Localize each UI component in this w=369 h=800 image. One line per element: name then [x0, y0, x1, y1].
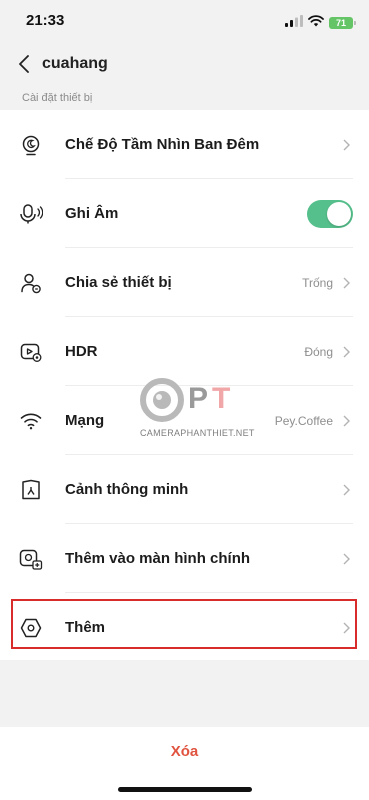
home-indicator[interactable] — [118, 787, 252, 792]
setting-label: Chế Độ Tầm Nhìn Ban Đêm — [65, 136, 260, 153]
nav-bar: cuahang — [0, 44, 369, 84]
chevron-right-icon — [341, 552, 351, 566]
setting-value: Pey.Coffee — [274, 413, 333, 428]
share-user-icon — [18, 270, 44, 296]
setting-label: Ghi Âm — [65, 205, 119, 222]
chevron-right-icon — [341, 138, 351, 152]
setting-row-network[interactable]: Mạng Pey.Coffee — [0, 386, 369, 455]
toggle-knob — [327, 201, 351, 226]
microphone-icon — [18, 201, 44, 227]
smart-scene-icon — [18, 477, 44, 503]
section-label: Cài đặt thiết bị — [22, 92, 93, 104]
battery-icon: 71 — [329, 17, 356, 29]
page-title: cuahang — [42, 55, 108, 72]
status-bar: 21:33 71 — [0, 0, 369, 44]
status-icons: 71 — [285, 14, 356, 32]
delete-button[interactable]: Xóa — [0, 737, 369, 767]
chevron-right-icon — [341, 345, 351, 359]
highlight-frame — [11, 599, 357, 649]
chevron-right-icon — [341, 483, 351, 497]
setting-row-hdr[interactable]: HDR Đóng — [0, 317, 369, 386]
setting-value: Đóng — [304, 344, 333, 359]
chevron-right-icon — [341, 276, 351, 290]
night-vision-icon — [18, 132, 44, 158]
setting-row-night-vision[interactable]: Chế Độ Tầm Nhìn Ban Đêm — [0, 110, 369, 179]
setting-label: Cảnh thông minh — [65, 481, 189, 498]
add-to-home-icon — [18, 546, 44, 572]
settings-list: Chế Độ Tầm Nhìn Ban Đêm Ghi Âm Chia sẻ t… — [0, 110, 369, 660]
setting-row-recording: Ghi Âm — [0, 179, 369, 248]
bottom-bar: Xóa — [0, 727, 369, 800]
chevron-right-icon — [341, 414, 351, 428]
setting-row-share-device[interactable]: Chia sẻ thiết bị Trống — [0, 248, 369, 317]
setting-label: Mạng — [65, 412, 105, 429]
wifi-icon — [18, 408, 44, 434]
setting-row-smart-scene[interactable]: Cảnh thông minh — [0, 455, 369, 524]
setting-label: Chia sẻ thiết bị — [65, 274, 172, 291]
chevron-left-icon — [19, 55, 29, 73]
status-time: 21:33 — [26, 12, 65, 29]
setting-row-add-to-home[interactable]: Thêm vào màn hình chính — [0, 524, 369, 593]
hdr-camera-icon — [18, 339, 44, 365]
recording-toggle[interactable] — [307, 199, 353, 228]
back-button[interactable] — [8, 48, 40, 80]
signal-icon — [285, 14, 303, 32]
wifi-status-icon — [308, 14, 324, 32]
setting-value: Trống — [302, 275, 333, 290]
setting-label: HDR — [65, 343, 98, 360]
setting-label: Thêm vào màn hình chính — [65, 550, 251, 567]
